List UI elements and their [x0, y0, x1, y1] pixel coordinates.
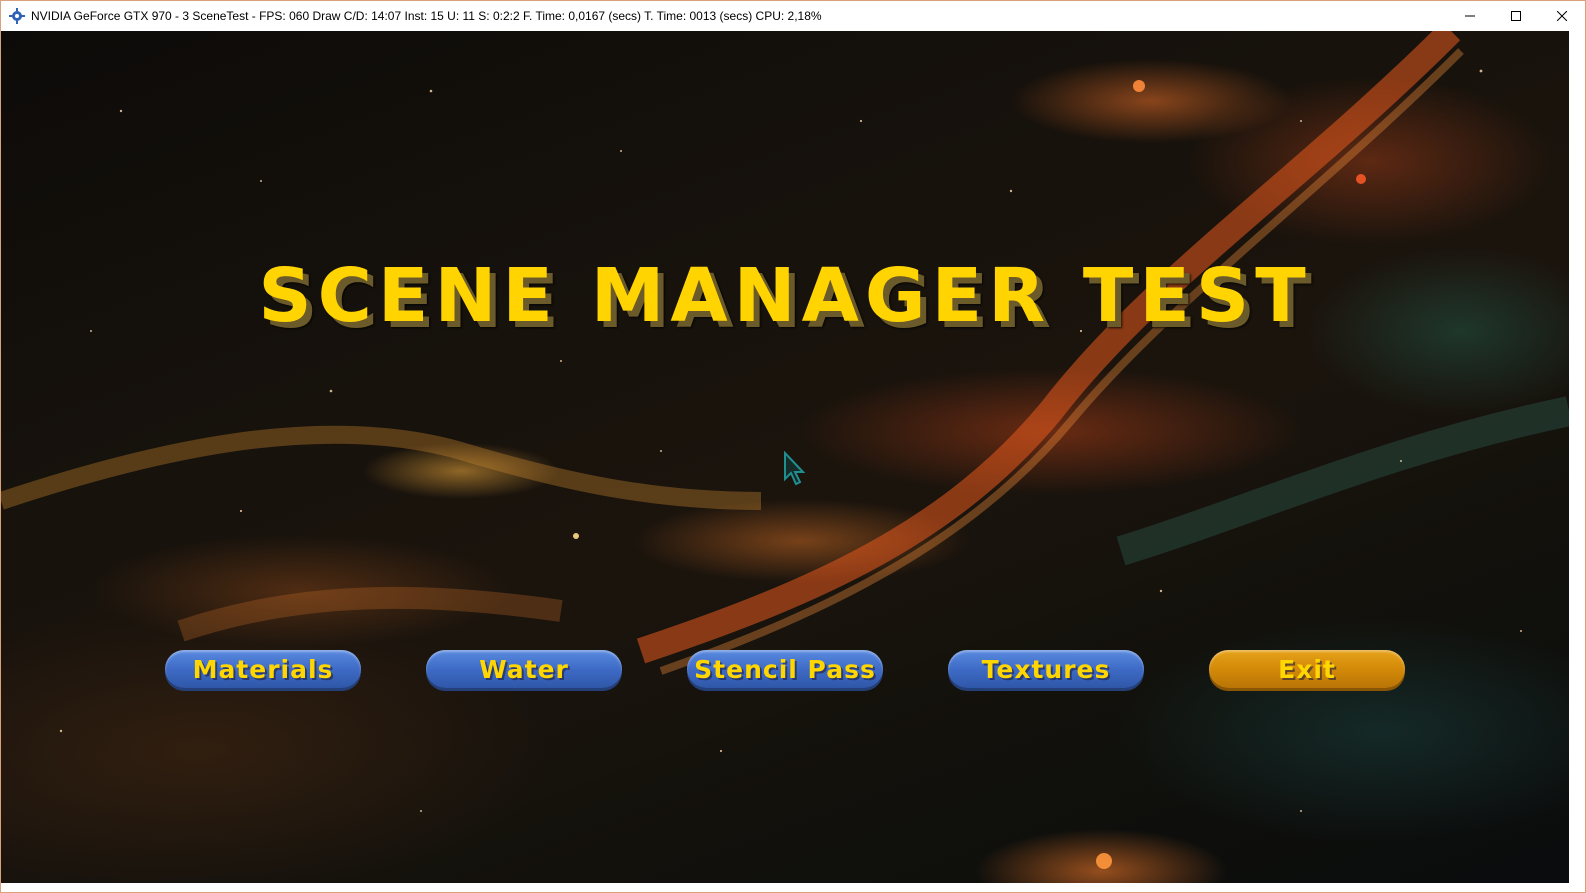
maximize-button[interactable] [1493, 1, 1539, 31]
textures-button[interactable]: Textures [948, 650, 1144, 688]
water-button[interactable]: Water [426, 650, 622, 688]
scene-title: SCENE MANAGER TEST [258, 253, 1312, 339]
stencil-pass-button-label: Stencil Pass [694, 654, 876, 684]
window-title: NVIDIA GeForce GTX 970 - 3 SceneTest - F… [31, 9, 822, 23]
exit-button-label: Exit [1278, 654, 1336, 684]
minimize-icon [1465, 15, 1475, 17]
close-button[interactable] [1539, 1, 1585, 31]
minimize-button[interactable] [1447, 1, 1493, 31]
water-button-label: Water [479, 654, 569, 684]
app-window: NVIDIA GeForce GTX 970 - 3 SceneTest - F… [0, 0, 1586, 893]
mouse-cursor-icon [784, 451, 805, 486]
game-viewport[interactable]: SCENE MANAGER TEST Materials Water Stenc… [1, 31, 1569, 883]
maximize-icon [1511, 11, 1521, 21]
window-controls [1447, 1, 1585, 31]
materials-button[interactable]: Materials [165, 650, 361, 688]
exit-button[interactable]: Exit [1209, 650, 1405, 688]
close-icon [1557, 11, 1567, 21]
stencil-pass-button[interactable]: Stencil Pass [687, 650, 883, 688]
materials-button-label: Materials [192, 654, 334, 684]
gear-icon [9, 8, 25, 24]
title-bar[interactable]: NVIDIA GeForce GTX 970 - 3 SceneTest - F… [1, 1, 1585, 31]
textures-button-label: Textures [981, 654, 1111, 684]
